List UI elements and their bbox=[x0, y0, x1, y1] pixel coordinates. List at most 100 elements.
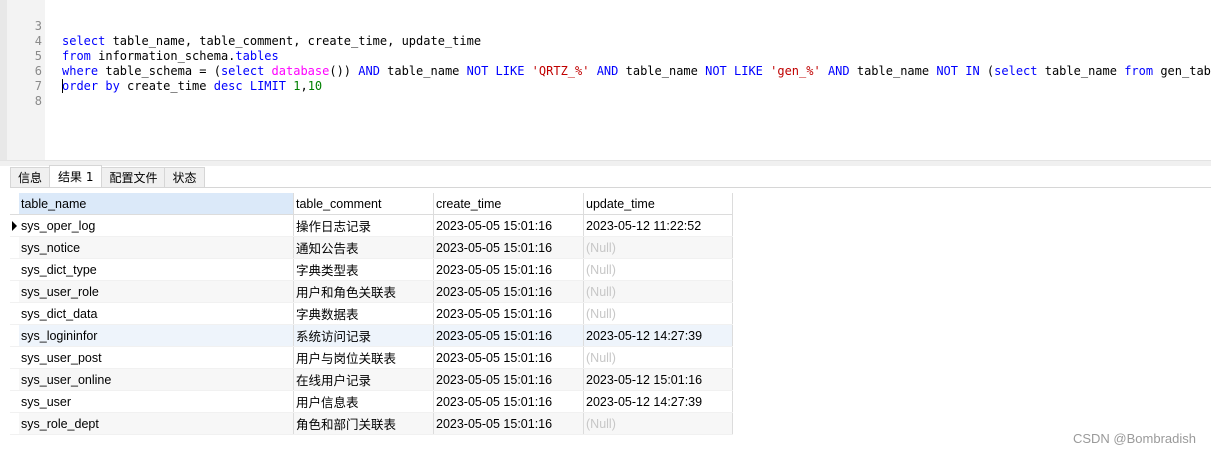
code-text: from information_schema.tables bbox=[62, 49, 279, 64]
code-token: create_time bbox=[119, 79, 214, 93]
row-indicator bbox=[10, 236, 19, 259]
editor-line: 7 bbox=[0, 64, 43, 93]
table-name-cell[interactable]: sys_role_dept bbox=[19, 412, 294, 435]
table-name-cell[interactable]: sys_dict_data bbox=[19, 302, 294, 325]
update-time-cell[interactable]: (Null) bbox=[583, 412, 733, 435]
table-comment-cell[interactable]: 系统访问记录 bbox=[293, 324, 434, 347]
update-time-cell[interactable]: 2023-05-12 14:27:39 bbox=[583, 390, 733, 413]
keyword: order by bbox=[62, 79, 120, 93]
line-number: 8 bbox=[34, 94, 42, 108]
table-name-cell[interactable]: sys_user_role bbox=[19, 280, 294, 303]
table-name-cell[interactable]: sys_dict_type bbox=[19, 258, 294, 281]
table-row[interactable]: sys_user_role 用户和角色关联表 2023-05-05 15:01:16… bbox=[10, 280, 733, 303]
update-time-cell[interactable]: (Null) bbox=[583, 280, 733, 303]
tab-info[interactable]: 信息 bbox=[10, 167, 51, 188]
current-row-arrow-icon bbox=[12, 221, 17, 232]
create-time-cell[interactable]: 2023-05-05 15:01:16 bbox=[433, 390, 584, 413]
create-time-cell[interactable]: 2023-05-05 15:01:16 bbox=[433, 346, 584, 369]
update-time-cell[interactable]: 2023-05-12 15:01:16 bbox=[583, 368, 733, 391]
update-time-cell[interactable]: 2023-05-12 14:27:39 bbox=[583, 324, 733, 347]
table-comment-cell[interactable]: 字典数据表 bbox=[293, 302, 434, 325]
update-time-cell[interactable]: 2023-05-12 11:22:52 bbox=[583, 214, 733, 237]
table-row[interactable]: sys_dict_data 字典数据表 2023-05-05 15:01:16 (Nu… bbox=[10, 302, 733, 325]
row-indicator bbox=[10, 280, 19, 303]
table-comment-cell[interactable]: 通知公告表 bbox=[293, 236, 434, 259]
table-name-cell[interactable]: sys_user_online bbox=[19, 368, 294, 391]
create-time-cell[interactable]: 2023-05-05 15:01:16 bbox=[433, 280, 584, 303]
editor-line: 8 bbox=[0, 79, 43, 108]
code-token: ( bbox=[979, 64, 995, 78]
code-text: select table_name, table_comment, create… bbox=[62, 34, 481, 49]
table-row[interactable]: sys_role_dept 角色和部门关联表 2023-05-05 15:01:16… bbox=[10, 412, 733, 435]
row-indicator bbox=[10, 346, 19, 369]
string-literal: 'gen_%' bbox=[770, 64, 821, 78]
table-name-cell[interactable]: sys_notice bbox=[19, 236, 294, 259]
table-comment-cell[interactable]: 操作日志记录 bbox=[293, 214, 434, 237]
create-time-cell[interactable]: 2023-05-05 15:01:16 bbox=[433, 412, 584, 435]
table-row[interactable]: sys_notice 通知公告表 2023-05-05 15:01:16 (Null) bbox=[10, 236, 733, 259]
table-row[interactable]: sys_user 用户信息表 2023-05-05 15:01:16 2023-05-… bbox=[10, 390, 733, 413]
create-time-cell[interactable]: 2023-05-05 15:01:16 bbox=[433, 258, 584, 281]
keyword: NOT LIKE bbox=[466, 64, 525, 78]
editor-line: 6 order by create_time desc LIMIT 1,10 bbox=[0, 49, 322, 93]
code-text: where table_schema = (select database())… bbox=[62, 64, 1211, 79]
tab-profile[interactable]: 配置文件 bbox=[101, 167, 166, 188]
code-token: table_name bbox=[618, 64, 706, 78]
table-row[interactable]: sys_user_post 用户与岗位关联表 2023-05-05 15:01:16… bbox=[10, 346, 733, 369]
create-time-cell[interactable]: 2023-05-05 15:01:16 bbox=[433, 368, 584, 391]
sql-editor[interactable]: 3 select table_name, table_comment, crea… bbox=[0, 0, 1211, 160]
create-time-cell[interactable]: 2023-05-05 15:01:16 bbox=[433, 324, 584, 347]
table-comment-cell[interactable]: 角色和部门关联表 bbox=[293, 412, 434, 435]
update-time-cell[interactable]: (Null) bbox=[583, 258, 733, 281]
table-row[interactable]: sys_logininfor 系统访问记录 2023-05-05 15:01:16 2… bbox=[10, 324, 733, 347]
navicat-query-window: 3 select table_name, table_comment, crea… bbox=[0, 0, 1211, 454]
editor-line: 5 where table_schema = (select database(… bbox=[0, 34, 1211, 78]
code-token: table_name bbox=[1037, 64, 1125, 78]
update-time-cell[interactable]: (Null) bbox=[583, 236, 733, 259]
code-token: table_name bbox=[849, 64, 937, 78]
table-comment-cell[interactable]: 用户和角色关联表 bbox=[293, 280, 434, 303]
text-caret bbox=[62, 79, 63, 93]
keyword: select bbox=[220, 64, 265, 78]
tab-result-1[interactable]: 结果 1 bbox=[49, 165, 103, 188]
table-row[interactable]: sys_dict_type 字典类型表 2023-05-05 15:01:16 (Nu… bbox=[10, 258, 733, 281]
grid-header-row: table_name table_comment create_time upd… bbox=[10, 193, 733, 215]
create-time-cell[interactable]: 2023-05-05 15:01:16 bbox=[433, 302, 584, 325]
table-row[interactable]: sys_oper_log 操作日志记录 2023-05-05 15:01:16 202… bbox=[10, 214, 733, 237]
table-comment-cell[interactable]: 用户信息表 bbox=[293, 390, 434, 413]
keyword: AND bbox=[596, 64, 619, 78]
table-name-cell[interactable]: sys_user_post bbox=[19, 346, 294, 369]
table-name-cell[interactable]: sys_oper_log bbox=[19, 214, 294, 237]
keyword: where bbox=[62, 64, 99, 78]
table-comment-cell[interactable]: 字典类型表 bbox=[293, 258, 434, 281]
code-token: gen_table) bbox=[1160, 64, 1211, 78]
row-indicator-header bbox=[10, 193, 19, 215]
table-comment-cell[interactable]: 用户与岗位关联表 bbox=[293, 346, 434, 369]
create-time-cell[interactable]: 2023-05-05 15:01:16 bbox=[433, 214, 584, 237]
table-comment-cell[interactable]: 在线用户记录 bbox=[293, 368, 434, 391]
update-time-cell[interactable]: (Null) bbox=[583, 346, 733, 369]
number-literal: 10 bbox=[307, 79, 323, 93]
column-header-update-time[interactable]: update_time bbox=[583, 193, 733, 215]
keyword: AND bbox=[827, 64, 850, 78]
row-indicator bbox=[10, 390, 19, 413]
table-name-cell[interactable]: sys_logininfor bbox=[19, 324, 294, 347]
column-header-table-comment[interactable]: table_comment bbox=[293, 193, 434, 215]
tab-status[interactable]: 状态 bbox=[164, 167, 205, 188]
update-time-cell[interactable]: (Null) bbox=[583, 302, 733, 325]
keyword: LIMIT bbox=[249, 79, 286, 93]
row-indicator bbox=[10, 258, 19, 281]
tabs-baseline bbox=[10, 187, 1211, 188]
create-time-cell[interactable]: 2023-05-05 15:01:16 bbox=[433, 236, 584, 259]
keyword: from bbox=[62, 49, 91, 63]
code-token: , bbox=[300, 79, 308, 93]
table-name-cell[interactable]: sys_user bbox=[19, 390, 294, 413]
column-header-table-name[interactable]: table_name bbox=[19, 193, 294, 215]
keyword: tables bbox=[235, 49, 279, 63]
column-header-create-time[interactable]: create_time bbox=[433, 193, 584, 215]
table-row[interactable]: sys_user_online 在线用户记录 2023-05-05 15:01:16… bbox=[10, 368, 733, 391]
